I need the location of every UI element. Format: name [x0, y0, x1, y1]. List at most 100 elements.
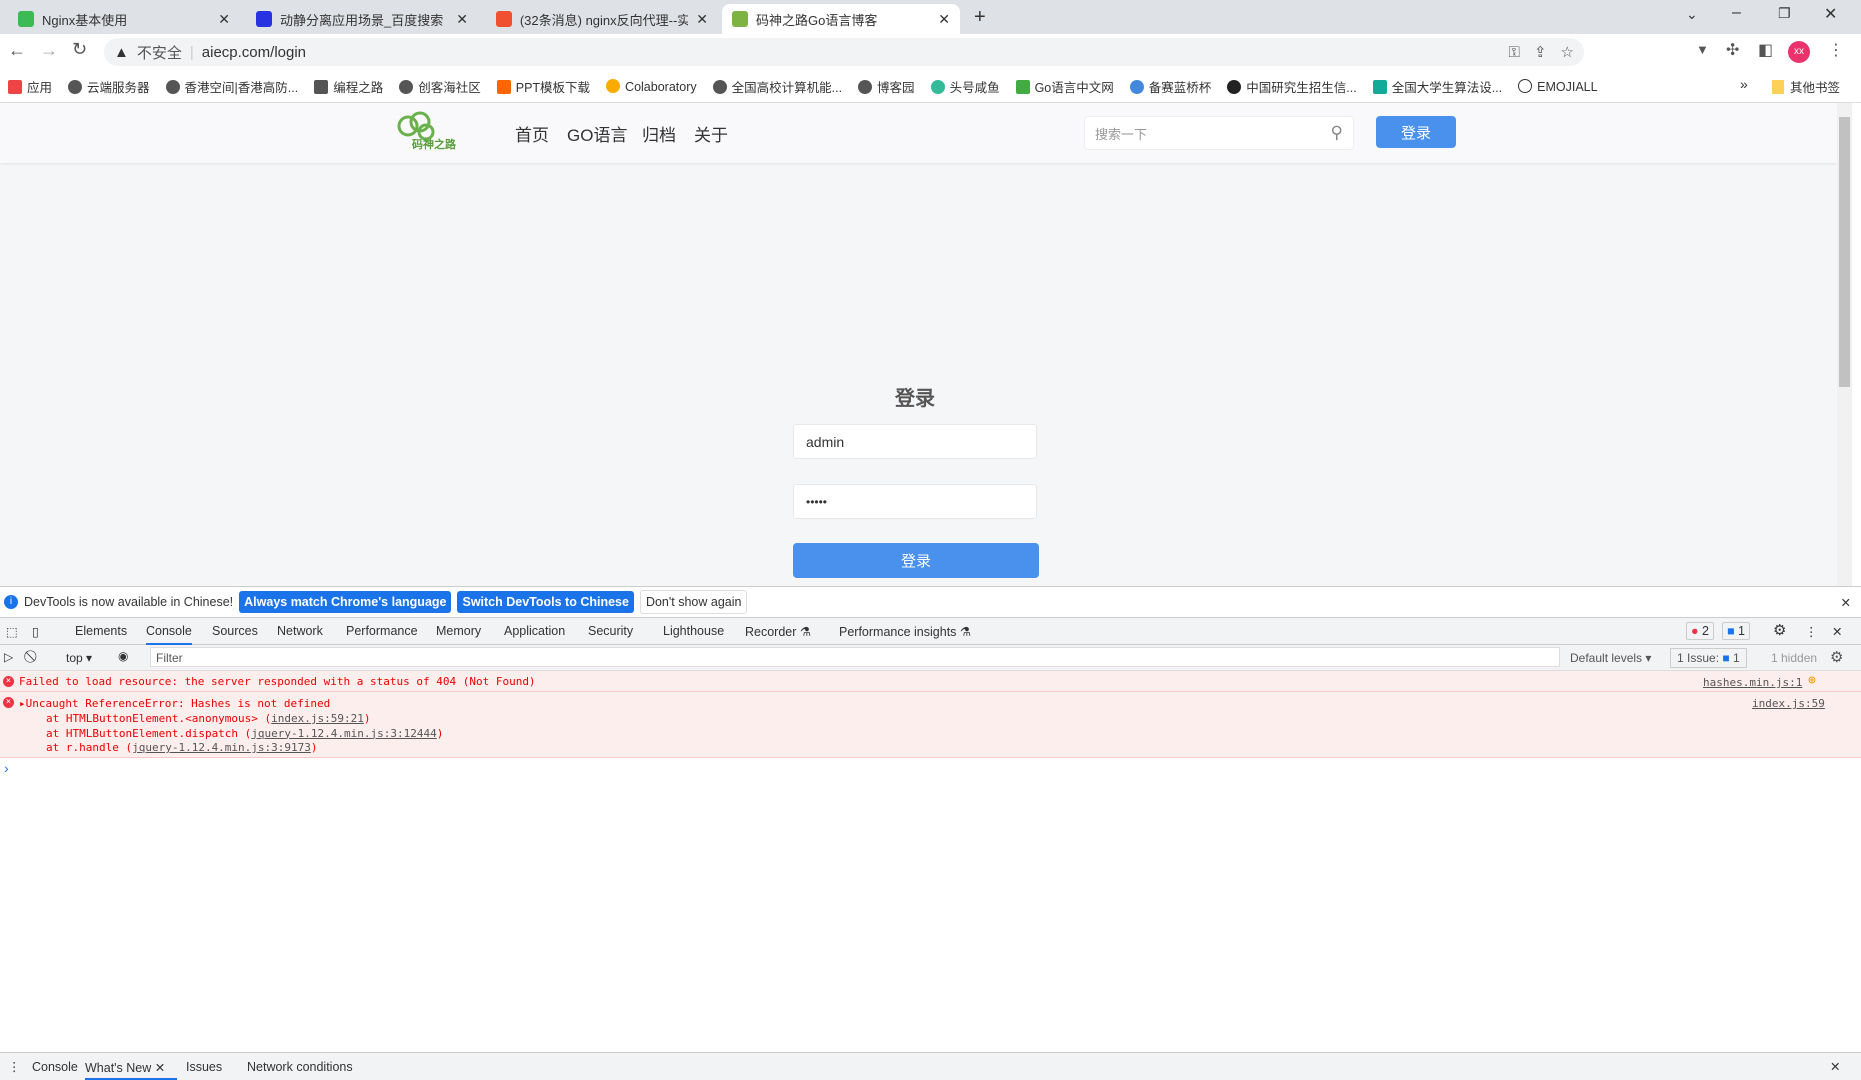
bookmark[interactable]: Colaboratory [606, 78, 697, 94]
stack-link[interactable]: jquery-1.12.4.min.js:3:9173 [132, 741, 311, 754]
tab-sources[interactable]: Sources [212, 624, 258, 638]
bookmark[interactable]: 中国研究生招生信... [1227, 77, 1357, 96]
url-text[interactable]: aiecp.com/login [202, 44, 306, 61]
share-icon[interactable]: ⇪ [1528, 43, 1553, 61]
drawer-tab-network-conditions[interactable]: Network conditions [247, 1060, 353, 1074]
close-devtools-icon[interactable]: ✕ [1832, 624, 1842, 639]
back-icon[interactable]: ← [8, 40, 26, 61]
side-panel-icon[interactable]: ◧ [1758, 40, 1773, 60]
bookmark[interactable]: Go语言中文网 [1015, 77, 1114, 96]
close-drawer-icon[interactable]: ✕ [1830, 1059, 1840, 1074]
password-input[interactable]: ••••• [793, 484, 1037, 519]
tab-performance-insights[interactable]: Performance insights ⚗ [839, 624, 971, 639]
menu-icon[interactable]: ⋮ [1828, 40, 1844, 60]
device-icon[interactable]: ▯ [32, 624, 39, 639]
bookmark[interactable]: 全国大学生算法设... [1372, 77, 1502, 96]
nav-go[interactable]: GO语言 [567, 121, 627, 146]
reload-icon[interactable]: ↻ [72, 39, 87, 60]
browser-tab-active[interactable]: 码神之路Go语言博客 ✕ [722, 4, 960, 34]
tab-application[interactable]: Application [504, 624, 565, 638]
source-link[interactable]: index.js:59 [1752, 697, 1825, 710]
bookmark[interactable]: 香港空间|香港高防... [165, 77, 298, 96]
page-scrollbar[interactable] [1837, 103, 1852, 586]
search-input[interactable]: 搜索一下 ⚲ [1084, 116, 1354, 150]
sidebar-toggle-icon[interactable]: ▷ [4, 650, 13, 664]
message-counter[interactable]: ■ 1 [1722, 622, 1750, 640]
restore-button[interactable]: ❐ [1778, 5, 1791, 22]
bookmark[interactable]: PPT模板下载 [496, 77, 590, 96]
extension-icon[interactable]: ▼ [1696, 42, 1709, 57]
close-tab-icon[interactable]: ✕ [696, 11, 708, 28]
minimize-button[interactable]: – [1732, 4, 1741, 22]
close-tab-icon[interactable]: ✕ [218, 11, 230, 28]
more-bookmarks-button[interactable]: » [1740, 76, 1748, 92]
bookmark[interactable]: 云端服务器 [68, 77, 150, 96]
bookmark[interactable]: 全国高校计算机能... [712, 77, 842, 96]
console-settings-icon[interactable]: ⚙ [1830, 648, 1843, 666]
source-link[interactable]: hashes.min.js:1 [1703, 676, 1802, 689]
dont-show-button[interactable]: Don't show again [639, 590, 748, 614]
browser-tab[interactable]: Nginx基本使用 ✕ [8, 4, 240, 34]
search-icon[interactable]: ⚲ [1331, 123, 1343, 143]
bookmark[interactable]: 头号咸鱼 [930, 77, 1000, 96]
bookmark[interactable]: 创客海社区 [399, 77, 481, 96]
tab-console[interactable]: Console [146, 624, 192, 645]
tab-performance[interactable]: Performance [346, 624, 418, 638]
avatar[interactable]: xx [1788, 41, 1810, 63]
drawer-tab-console[interactable]: Console [32, 1060, 78, 1074]
tab-elements[interactable]: Elements [75, 624, 127, 638]
error-counter[interactable]: ● 2 [1686, 622, 1714, 640]
switch-chinese-button[interactable]: Switch DevTools to Chinese [457, 591, 634, 613]
browser-tab[interactable]: (32条消息) nginx反向代理--实际 ✕ [486, 4, 718, 34]
tab-network[interactable]: Network [277, 624, 323, 638]
star-icon[interactable]: ☆ [1561, 43, 1584, 61]
error-icon: × [3, 697, 14, 708]
site-logo[interactable]: 码神之路 [392, 110, 462, 152]
forward-icon[interactable]: → [40, 40, 58, 61]
drawer-tab-issues[interactable]: Issues [186, 1060, 222, 1074]
close-infobar-icon[interactable]: ✕ [1841, 595, 1851, 610]
tab-recorder[interactable]: Recorder ⚗ [745, 624, 811, 639]
console-prompt[interactable]: › [4, 760, 1854, 1040]
other-bookmarks[interactable]: 其他书签 [1772, 77, 1840, 96]
close-window-button[interactable]: ✕ [1824, 4, 1837, 24]
nav-archive[interactable]: 归档 [642, 121, 676, 146]
inspect-icon[interactable]: ⬚ [6, 624, 18, 639]
bookmark[interactable]: 应用 [8, 77, 52, 96]
drawer-menu-icon[interactable]: ⋮ [8, 1059, 21, 1074]
bookmark[interactable]: 备赛蓝桥杯 [1129, 77, 1211, 96]
tab-search-icon[interactable]: ⌄ [1686, 6, 1698, 23]
bookmark[interactable]: EMOJIALL [1518, 78, 1598, 94]
stack-link[interactable]: jquery-1.12.4.min.js:3:12444 [251, 727, 436, 740]
match-language-button[interactable]: Always match Chrome's language [239, 591, 452, 613]
close-tab-icon[interactable]: ✕ [456, 11, 468, 28]
login-submit-button[interactable]: 登录 [793, 543, 1039, 578]
drawer-tab-whats-new[interactable]: What's New ✕ [85, 1053, 177, 1080]
security-label[interactable]: 不安全 [137, 42, 182, 63]
levels-select[interactable]: Default levels ▾ [1570, 651, 1651, 665]
issues-button[interactable]: 1 Issue: ■ 1 [1670, 648, 1747, 668]
expand-error[interactable]: ▸Uncaught ReferenceError: Hashes is not … [19, 697, 330, 710]
address-bar[interactable]: ▲ 不安全 | aiecp.com/login ⚿ ⇪ ☆ [104, 38, 1584, 66]
close-tab-icon[interactable]: ✕ [938, 11, 950, 28]
browser-tab[interactable]: 动静分离应用场景_百度搜索 ✕ [246, 4, 478, 34]
bookmark[interactable]: 编程之路 [314, 77, 383, 96]
bookmark[interactable]: 博客园 [858, 77, 915, 96]
more-icon[interactable]: ⋮ [1805, 624, 1818, 639]
tab-lighthouse[interactable]: Lighthouse [663, 624, 724, 638]
nav-home[interactable]: 首页 [515, 121, 549, 146]
eye-icon[interactable]: ◉ [118, 649, 128, 663]
network-icon[interactable]: ⊕ [1808, 673, 1816, 688]
header-login-button[interactable]: 登录 [1376, 116, 1456, 148]
key-icon[interactable]: ⚿ [1509, 44, 1520, 61]
stack-link[interactable]: index.js:59:21 [271, 712, 364, 725]
tab-security[interactable]: Security [588, 624, 633, 638]
username-input[interactable]: admin [793, 424, 1037, 459]
puzzle-icon[interactable]: ✣ [1726, 40, 1739, 60]
new-tab-button[interactable]: + [974, 6, 986, 29]
settings-icon[interactable]: ⚙ [1773, 621, 1786, 639]
context-select[interactable]: top ▾ [66, 651, 92, 665]
tab-memory[interactable]: Memory [436, 624, 481, 638]
nav-about[interactable]: 关于 [694, 121, 728, 146]
filter-input[interactable]: Filter [150, 647, 1560, 667]
